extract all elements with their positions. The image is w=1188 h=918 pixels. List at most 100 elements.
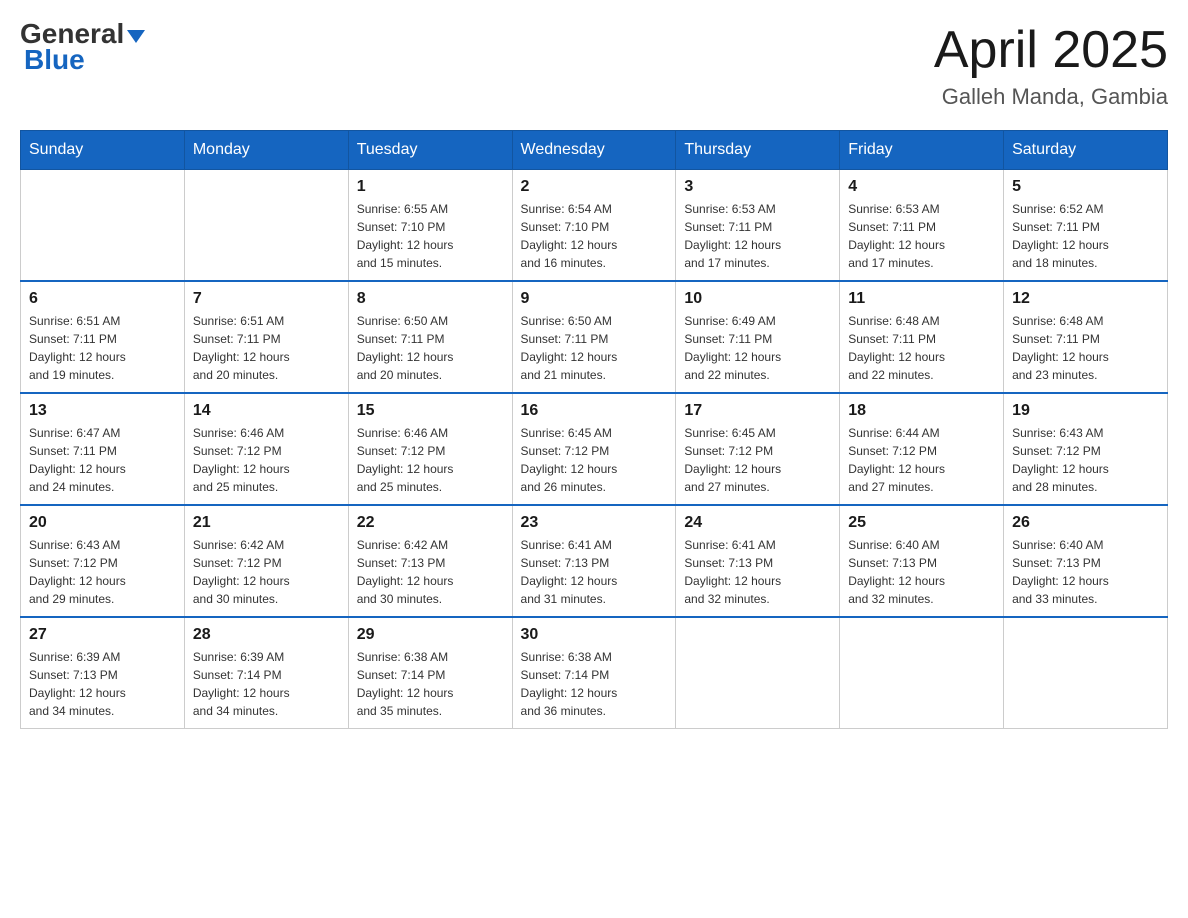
calendar-cell: 10 Sunrise: 6:49 AM Sunset: 7:11 PM Dayli… [676,281,840,393]
calendar-cell: 13Sunrise: 6:47 AM Sunset: 7:11 PM Dayli… [21,393,185,505]
calendar-cell: 7 Sunrise: 6:51 AM Sunset: 7:11 PM Daylig… [184,281,348,393]
calendar-cell: 14Sunrise: 6:46 AM Sunset: 7:12 PM Dayli… [184,393,348,505]
day-info: Sunrise: 6:49 AM Sunset: 7:11 PM Dayligh… [684,312,831,384]
title-block: April 2025 Galleh Manda, Gambia [934,20,1168,110]
day-info: Sunrise: 6:45 AM Sunset: 7:12 PM Dayligh… [521,424,668,496]
day-number: 9 [521,290,668,308]
calendar-cell: 26 Sunrise: 6:40 AM Sunset: 7:13 PM Dayli… [1004,505,1168,617]
weekday-header-row: SundayMondayTuesdayWednesdayThursdayFrid… [21,131,1168,170]
calendar-cell [1004,617,1168,729]
day-number: 3 [684,178,831,196]
calendar-cell: 28 Sunrise: 6:39 AM Sunset: 7:14 PM Dayli… [184,617,348,729]
day-info: Sunrise: 6:43 AM Sunset: 7:12 PM Dayligh… [1012,424,1159,496]
weekday-header-friday: Friday [840,131,1004,170]
calendar-table: SundayMondayTuesdayWednesdayThursdayFrid… [20,130,1168,729]
day-number: 19 [1012,402,1159,420]
day-info: Sunrise: 6:46 AM Sunset: 7:12 PM Dayligh… [357,424,504,496]
calendar-week-row: 20 Sunrise: 6:43 AM Sunset: 7:12 PM Dayli… [21,505,1168,617]
calendar-cell: 3 Sunrise: 6:53 AM Sunset: 7:11 PM Daylig… [676,170,840,282]
day-info: Sunrise: 6:53 AM Sunset: 7:11 PM Dayligh… [684,200,831,272]
weekday-header-wednesday: Wednesday [512,131,676,170]
day-number: 25 [848,514,995,532]
day-number: 30 [521,626,668,644]
day-number: 2 [521,178,668,196]
day-info: Sunrise: 6:53 AM Sunset: 7:11 PM Dayligh… [848,200,995,272]
day-number: 1 [357,178,504,196]
day-number: 26 [1012,514,1159,532]
day-number: 4 [848,178,995,196]
day-number: 6 [29,290,176,308]
weekday-header-saturday: Saturday [1004,131,1168,170]
calendar-cell [184,170,348,282]
day-number: 7 [193,290,340,308]
day-info: Sunrise: 6:40 AM Sunset: 7:13 PM Dayligh… [1012,536,1159,608]
calendar-cell: 22 Sunrise: 6:42 AM Sunset: 7:13 PM Dayli… [348,505,512,617]
calendar-cell: 6 Sunrise: 6:51 AM Sunset: 7:11 PM Daylig… [21,281,185,393]
calendar-cell: 21Sunrise: 6:42 AM Sunset: 7:12 PM Dayli… [184,505,348,617]
calendar-cell [840,617,1004,729]
calendar-cell: 19 Sunrise: 6:43 AM Sunset: 7:12 PM Dayli… [1004,393,1168,505]
day-info: Sunrise: 6:42 AM Sunset: 7:12 PM Dayligh… [193,536,340,608]
weekday-header-thursday: Thursday [676,131,840,170]
day-info: Sunrise: 6:39 AM Sunset: 7:14 PM Dayligh… [193,648,340,720]
calendar-week-row: 13Sunrise: 6:47 AM Sunset: 7:11 PM Dayli… [21,393,1168,505]
day-number: 16 [521,402,668,420]
location-subtitle: Galleh Manda, Gambia [934,84,1168,110]
calendar-cell: 1 Sunrise: 6:55 AM Sunset: 7:10 PM Daylig… [348,170,512,282]
calendar-week-row: 27Sunrise: 6:39 AM Sunset: 7:13 PM Dayli… [21,617,1168,729]
day-info: Sunrise: 6:51 AM Sunset: 7:11 PM Dayligh… [193,312,340,384]
weekday-header-sunday: Sunday [21,131,185,170]
day-number: 27 [29,626,176,644]
day-number: 22 [357,514,504,532]
page-header: General Blue April 2025 Galleh Manda, Ga… [20,20,1168,110]
calendar-week-row: 6 Sunrise: 6:51 AM Sunset: 7:11 PM Daylig… [21,281,1168,393]
day-number: 11 [848,290,995,308]
weekday-header-tuesday: Tuesday [348,131,512,170]
day-info: Sunrise: 6:54 AM Sunset: 7:10 PM Dayligh… [521,200,668,272]
day-number: 15 [357,402,504,420]
calendar-cell: 8 Sunrise: 6:50 AM Sunset: 7:11 PM Daylig… [348,281,512,393]
day-info: Sunrise: 6:51 AM Sunset: 7:11 PM Dayligh… [29,312,176,384]
day-number: 20 [29,514,176,532]
calendar-cell [21,170,185,282]
day-info: Sunrise: 6:50 AM Sunset: 7:11 PM Dayligh… [357,312,504,384]
day-info: Sunrise: 6:42 AM Sunset: 7:13 PM Dayligh… [357,536,504,608]
calendar-cell: 30Sunrise: 6:38 AM Sunset: 7:14 PM Dayli… [512,617,676,729]
month-title: April 2025 [934,20,1168,80]
day-info: Sunrise: 6:52 AM Sunset: 7:11 PM Dayligh… [1012,200,1159,272]
calendar-cell: 12 Sunrise: 6:48 AM Sunset: 7:11 PM Dayli… [1004,281,1168,393]
calendar-cell: 27Sunrise: 6:39 AM Sunset: 7:13 PM Dayli… [21,617,185,729]
day-info: Sunrise: 6:43 AM Sunset: 7:12 PM Dayligh… [29,536,176,608]
day-number: 8 [357,290,504,308]
calendar-week-row: 1 Sunrise: 6:55 AM Sunset: 7:10 PM Daylig… [21,170,1168,282]
calendar-cell: 11 Sunrise: 6:48 AM Sunset: 7:11 PM Dayli… [840,281,1004,393]
day-number: 18 [848,402,995,420]
calendar-cell: 24Sunrise: 6:41 AM Sunset: 7:13 PM Dayli… [676,505,840,617]
day-number: 10 [684,290,831,308]
day-number: 24 [684,514,831,532]
logo-triangle-icon [127,30,145,43]
day-number: 12 [1012,290,1159,308]
day-info: Sunrise: 6:48 AM Sunset: 7:11 PM Dayligh… [848,312,995,384]
day-info: Sunrise: 6:55 AM Sunset: 7:10 PM Dayligh… [357,200,504,272]
day-number: 28 [193,626,340,644]
calendar-cell: 25Sunrise: 6:40 AM Sunset: 7:13 PM Dayli… [840,505,1004,617]
calendar-cell: 18 Sunrise: 6:44 AM Sunset: 7:12 PM Dayli… [840,393,1004,505]
day-info: Sunrise: 6:48 AM Sunset: 7:11 PM Dayligh… [1012,312,1159,384]
day-info: Sunrise: 6:38 AM Sunset: 7:14 PM Dayligh… [357,648,504,720]
calendar-cell: 23Sunrise: 6:41 AM Sunset: 7:13 PM Dayli… [512,505,676,617]
day-number: 23 [521,514,668,532]
calendar-cell: 5 Sunrise: 6:52 AM Sunset: 7:11 PM Daylig… [1004,170,1168,282]
day-info: Sunrise: 6:44 AM Sunset: 7:12 PM Dayligh… [848,424,995,496]
day-info: Sunrise: 6:46 AM Sunset: 7:12 PM Dayligh… [193,424,340,496]
day-info: Sunrise: 6:47 AM Sunset: 7:11 PM Dayligh… [29,424,176,496]
calendar-cell: 15 Sunrise: 6:46 AM Sunset: 7:12 PM Dayli… [348,393,512,505]
calendar-cell [676,617,840,729]
logo-blue-text: Blue [24,44,85,76]
calendar-cell: 17Sunrise: 6:45 AM Sunset: 7:12 PM Dayli… [676,393,840,505]
weekday-header-monday: Monday [184,131,348,170]
logo: General Blue [20,20,145,76]
calendar-cell: 29 Sunrise: 6:38 AM Sunset: 7:14 PM Dayli… [348,617,512,729]
day-number: 29 [357,626,504,644]
day-number: 5 [1012,178,1159,196]
